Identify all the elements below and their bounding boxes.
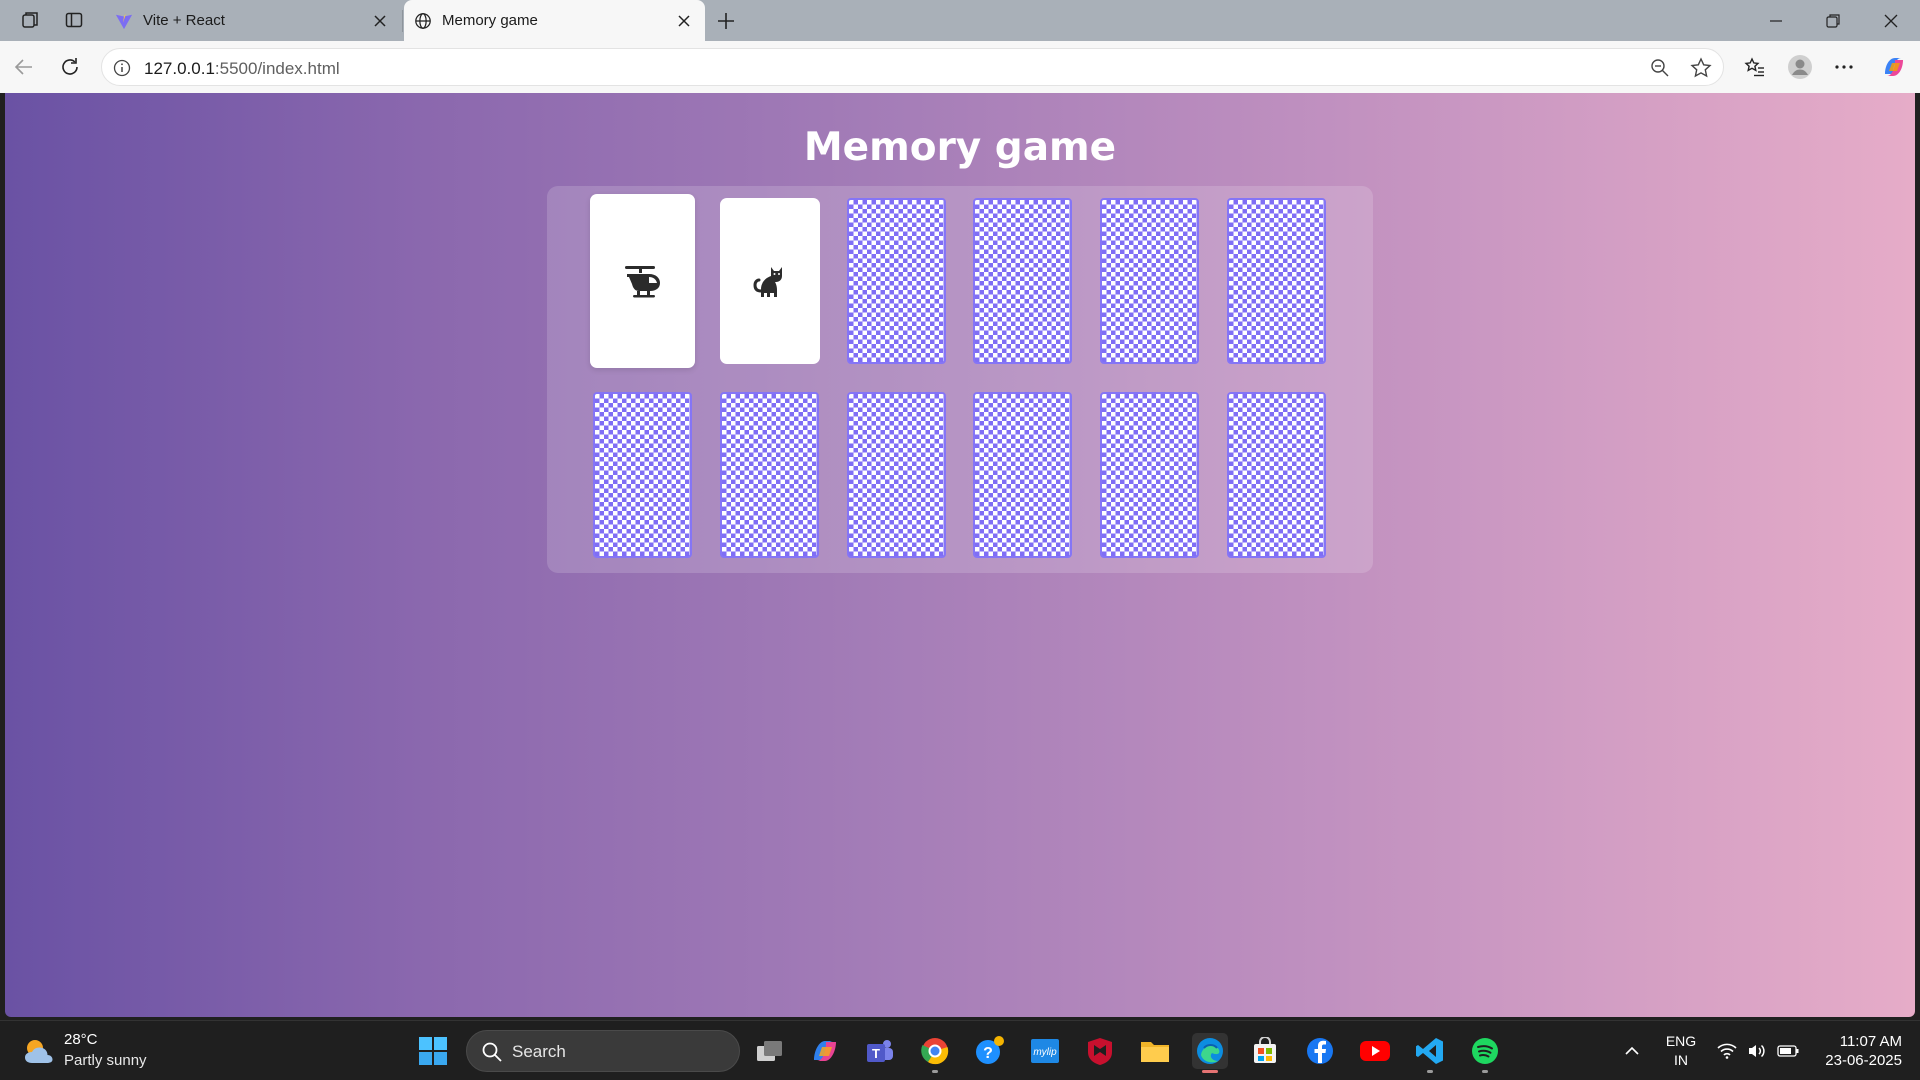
facebook-icon[interactable] [1302,1033,1338,1069]
vite-icon [115,12,133,30]
restore-icon[interactable] [1818,8,1848,34]
language-code: ENG [1665,1033,1697,1049]
copilot-app-icon[interactable] [807,1033,843,1069]
url-host: 127.0.0.1 [144,59,215,78]
helicopter-icon [624,266,660,298]
microsoft-store-icon[interactable] [1247,1033,1283,1069]
show-hidden-icons-chevron-icon[interactable] [1620,1021,1644,1080]
weather-temperature[interactable]: 28°C [64,1031,98,1048]
more-options-icon[interactable] [1830,53,1858,81]
taskbar: 28°C Partly sunny Search T ? mylip ENG I… [0,1020,1920,1080]
region-code: IN [1674,1052,1688,1068]
edge-icon[interactable] [1192,1033,1228,1073]
teams-icon[interactable]: T [862,1033,898,1069]
memory-card-face-down[interactable] [1100,392,1199,558]
copilot-icon[interactable] [1880,53,1908,81]
task-view-icon[interactable] [752,1033,788,1069]
close-tab-icon[interactable] [369,10,391,32]
svg-text:?: ? [983,1045,993,1062]
get-help-icon[interactable]: ? [972,1033,1008,1069]
youtube-icon[interactable] [1357,1033,1393,1069]
tab-actions-icon[interactable] [62,8,86,32]
address-bar[interactable]: 127.0.0.1:5500/index.html [101,48,1724,86]
chrome-icon[interactable] [917,1033,953,1073]
refresh-icon[interactable] [56,53,84,81]
url-path: :5500/index.html [214,59,340,78]
vscode-icon[interactable] [1412,1033,1448,1073]
tab-bar: Vite + React Memory game [0,0,1920,41]
memory-card-face-down[interactable] [1100,198,1199,364]
wifi-icon[interactable] [1714,1021,1740,1080]
back-arrow-icon[interactable] [10,53,38,81]
cat-icon [753,267,782,297]
memory-card-face-down[interactable] [1227,392,1326,558]
search-placeholder: Search [512,1042,566,1061]
active-indicator [1202,1070,1218,1073]
close-tab-icon[interactable] [673,10,695,32]
page-viewport: Memory game [5,93,1915,1017]
memory-card-face-down[interactable] [847,198,946,364]
system-clock[interactable]: 11:07 AM 23-06-2025 [1812,1032,1902,1070]
profile-avatar-icon[interactable] [1786,53,1814,81]
site-info-icon[interactable] [112,58,132,78]
windows-start-icon[interactable] [418,1036,448,1066]
game-board [547,186,1373,573]
new-tab-icon[interactable] [713,8,739,34]
spotify-icon[interactable] [1467,1033,1503,1073]
favorite-star-icon[interactable] [1690,57,1712,79]
tab-vite-react[interactable]: Vite + React [105,0,401,41]
page-title: Memory game [803,125,1117,170]
workspaces-icon[interactable] [18,8,42,32]
memory-card-face-up[interactable] [720,198,820,364]
input-language-indicator[interactable]: ENG IN [1662,1032,1700,1070]
battery-icon[interactable] [1774,1021,1802,1080]
taskbar-search-box[interactable]: Search [466,1030,740,1072]
clock-time: 11:07 AM [1839,1033,1902,1050]
tab-title: Vite + React [143,12,225,29]
tab-memory-game[interactable]: Memory game [404,0,705,41]
memory-card-face-down[interactable] [847,392,946,558]
partly-sunny-icon[interactable] [22,1035,56,1067]
running-indicator [1427,1070,1433,1073]
tab-title: Memory game [442,12,538,29]
memory-card-face-down[interactable] [720,392,819,558]
globe-icon [414,12,432,30]
memory-card-face-down[interactable] [593,392,692,558]
running-indicator [932,1070,938,1073]
memory-card-face-down[interactable] [973,392,1072,558]
favorites-icon[interactable] [1741,53,1769,81]
clock-date: 23-06-2025 [1825,1052,1902,1069]
svg-text:T: T [872,1046,880,1061]
navigation-bar: 127.0.0.1:5500/index.html [0,41,1920,93]
search-icon [482,1042,502,1062]
weather-description[interactable]: Partly sunny [64,1052,147,1069]
zoom-out-icon[interactable] [1649,57,1671,79]
memory-card-face-up[interactable] [590,194,695,368]
mylip-icon[interactable]: mylip [1027,1033,1063,1069]
file-explorer-icon[interactable] [1137,1033,1173,1069]
tab-divider [402,10,403,32]
memory-card-face-down[interactable] [973,198,1072,364]
volume-icon[interactable] [1744,1021,1770,1080]
minimize-icon[interactable] [1761,8,1791,34]
memory-card-face-down[interactable] [1227,198,1326,364]
url-text[interactable]: 127.0.0.1:5500/index.html [144,59,340,79]
svg-text:mylip: mylip [1033,1047,1057,1058]
mcafee-icon[interactable] [1082,1033,1118,1069]
running-indicator [1482,1070,1488,1073]
close-window-icon[interactable] [1876,8,1906,34]
